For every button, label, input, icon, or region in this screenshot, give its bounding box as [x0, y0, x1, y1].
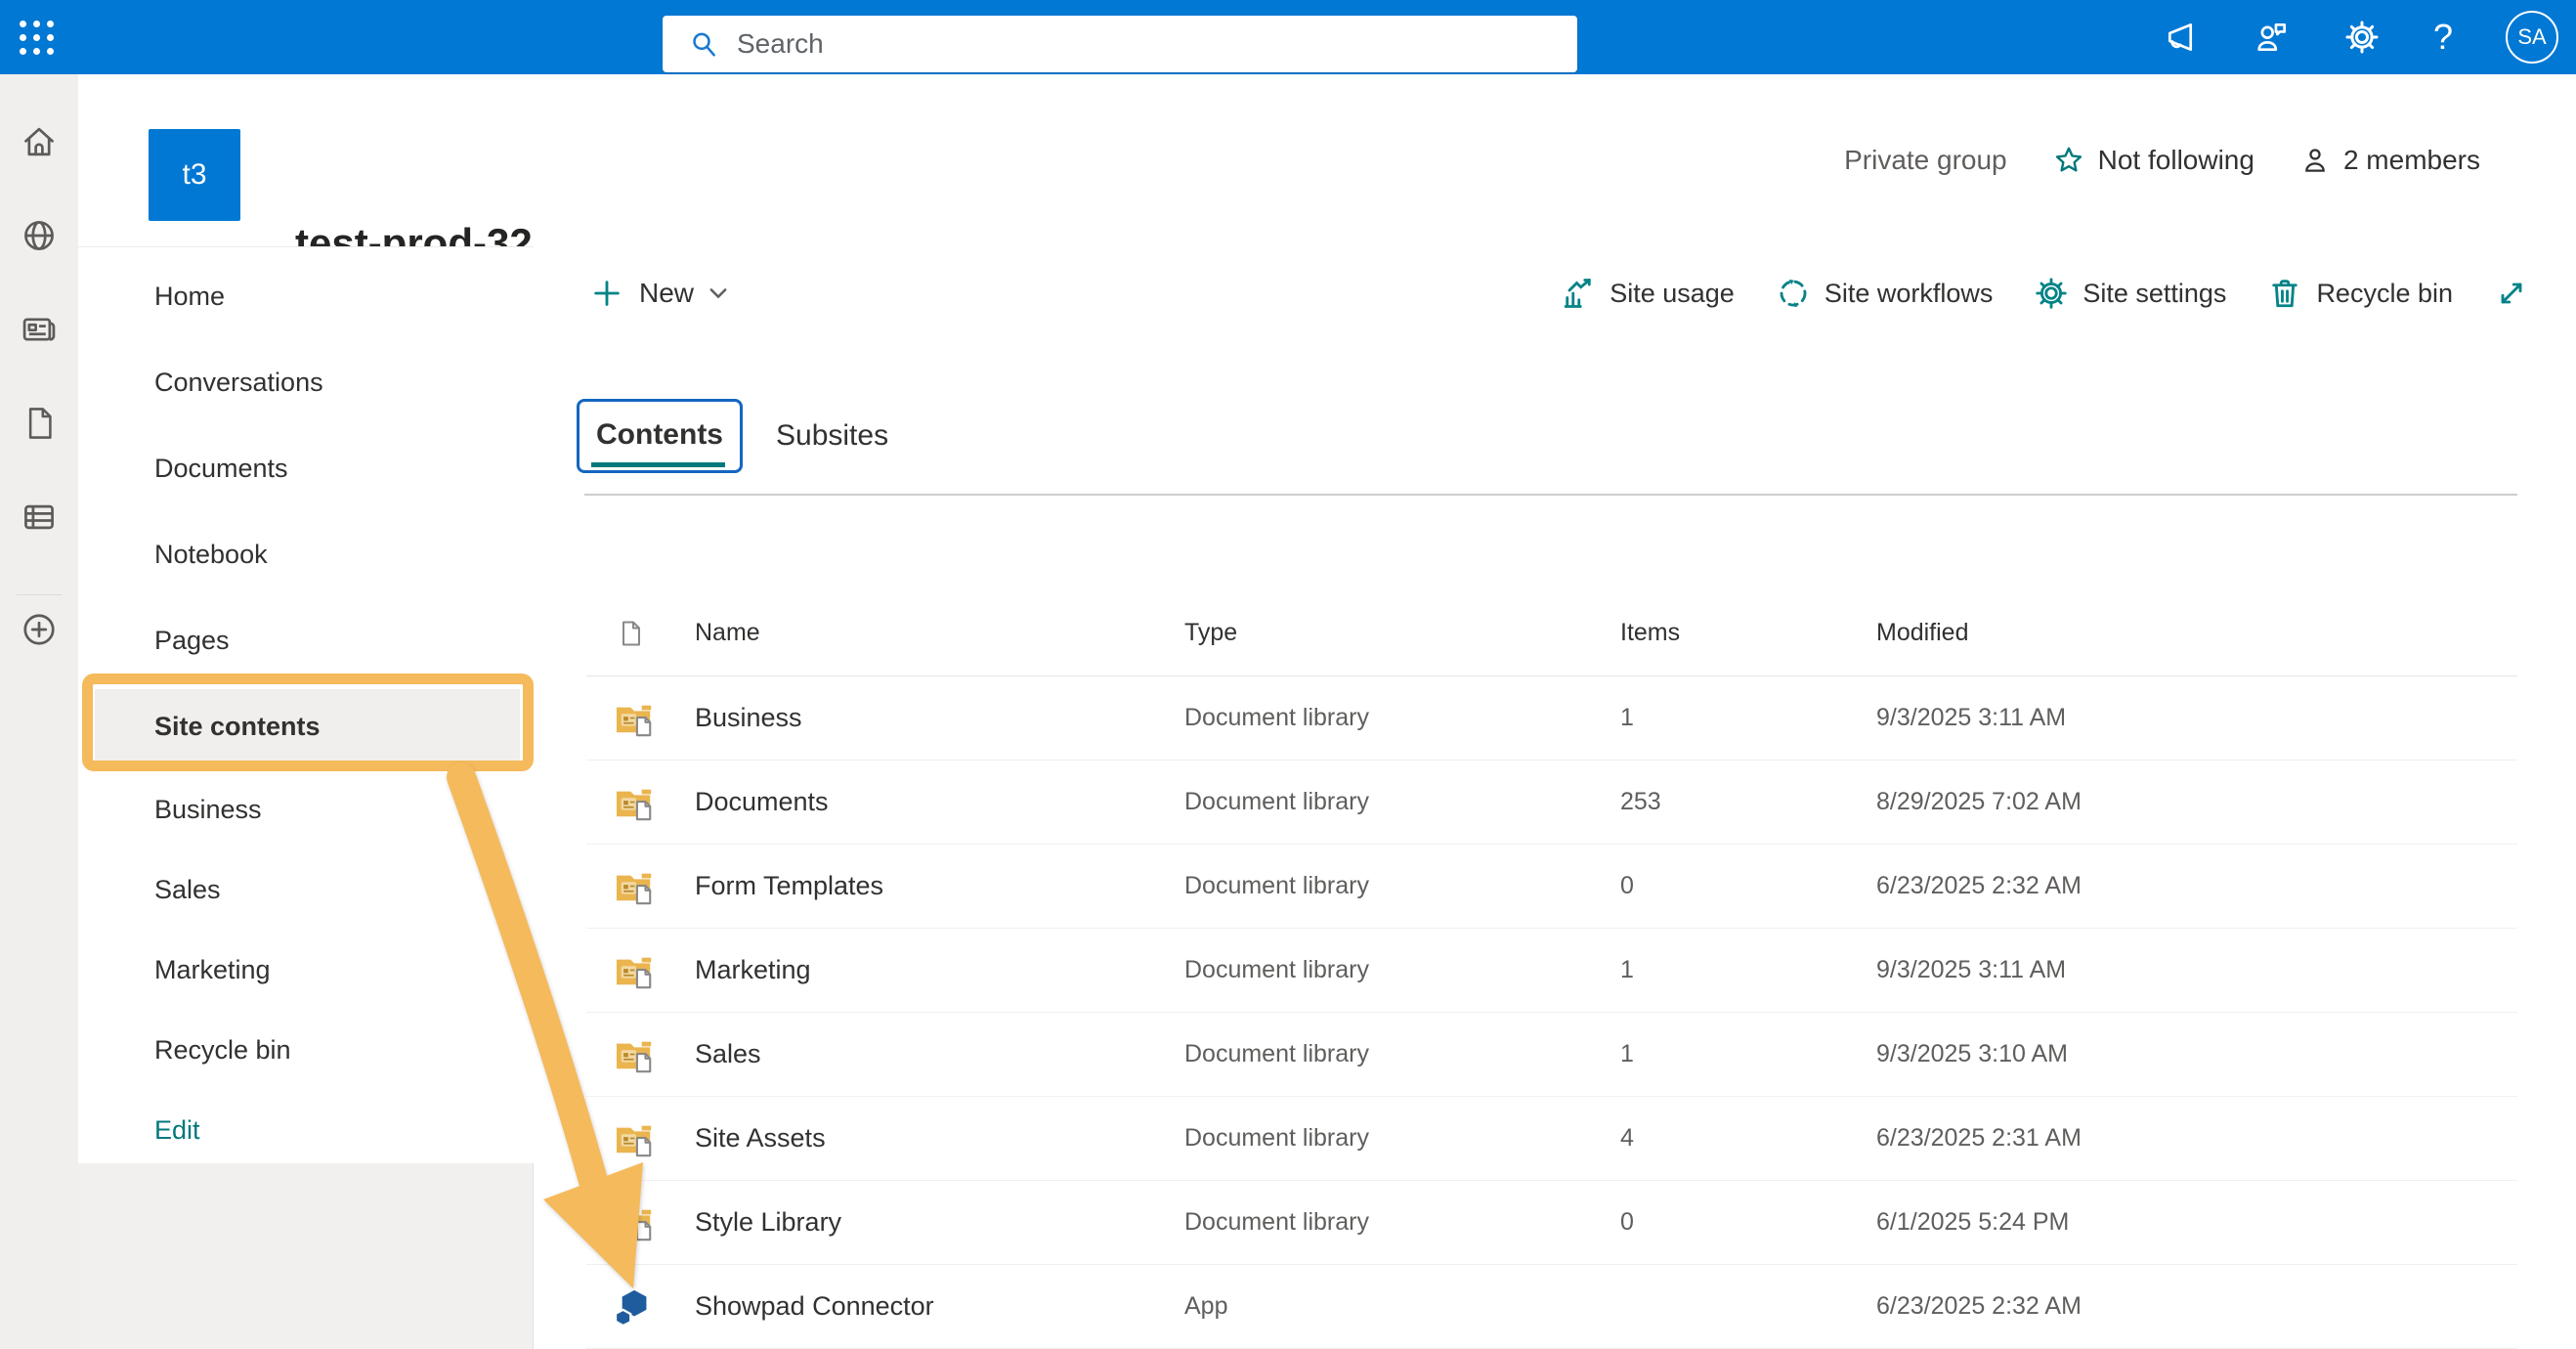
main-content: New Site usage	[534, 246, 2576, 1349]
workflow-icon	[1776, 276, 1811, 311]
plus-circle-icon[interactable]	[21, 611, 58, 648]
document-library-icon	[586, 1203, 695, 1242]
nav-item-sales[interactable]: Sales	[78, 849, 534, 930]
help-icon[interactable]: ?	[2433, 17, 2453, 58]
globe-icon[interactable]	[21, 217, 58, 254]
follow-button[interactable]: Not following	[2052, 144, 2254, 177]
diagonal-expand-icon[interactable]	[2494, 276, 2529, 311]
feedback-icon[interactable]	[2254, 19, 2291, 56]
site-logo[interactable]: t3	[149, 129, 240, 221]
document-library-icon	[586, 1119, 695, 1158]
nav-item-marketing[interactable]: Marketing	[78, 930, 534, 1010]
command-bar: New Site usage	[534, 262, 2576, 325]
document-library-icon	[586, 1035, 695, 1074]
nav-edit-link[interactable]: Edit	[78, 1090, 534, 1170]
document-library-icon	[586, 783, 695, 822]
tab-subsites[interactable]: Subsites	[776, 419, 888, 453]
table-row[interactable]: Sales Document library 1 9/3/2025 3:10 A…	[586, 1013, 2517, 1097]
pivot-tabs: Contents Subsites	[577, 399, 888, 473]
search-icon	[688, 28, 719, 60]
app-rail	[0, 74, 78, 1349]
new-button-label: New	[639, 278, 694, 309]
site-header: t3 test-prod-32 Private group Not follow…	[78, 74, 2576, 246]
follow-label: Not following	[2098, 145, 2254, 176]
new-button[interactable]: New	[590, 262, 727, 325]
column-header-name[interactable]: Name	[695, 619, 1184, 647]
plus-icon	[590, 277, 623, 310]
nav-item-documents[interactable]: Documents	[78, 425, 534, 511]
site-usage-button[interactable]: Site usage	[1561, 276, 1735, 311]
avatar[interactable]: SA	[2506, 11, 2558, 64]
table-row[interactable]: Business Document library 1 9/3/2025 3:1…	[586, 676, 2517, 761]
chevron-down-icon	[709, 287, 727, 299]
document-library-icon	[586, 951, 695, 990]
news-icon[interactable]	[21, 311, 58, 348]
column-header-type[interactable]: Type	[1184, 619, 1620, 647]
gear-icon	[2034, 276, 2069, 311]
star-icon	[2052, 144, 2085, 177]
tabs-divider	[584, 494, 2517, 496]
nav-item-business[interactable]: Business	[78, 769, 534, 849]
table-row[interactable]: Marketing Document library 1 9/3/2025 3:…	[586, 929, 2517, 1013]
sharepoint-site-contents-page: Search ? SA	[0, 0, 2576, 1349]
table-header: Name Type Items Modified	[586, 590, 2517, 676]
nav-item-pages[interactable]: Pages	[78, 597, 534, 683]
nav-item-site-contents[interactable]: Site contents	[95, 689, 520, 763]
tab-selected-underline	[591, 462, 725, 467]
members-label: 2 members	[2343, 145, 2480, 176]
file-type-column-icon[interactable]	[586, 619, 695, 648]
list-icon[interactable]	[21, 499, 58, 536]
contents-table: Name Type Items Modified Business Docume…	[586, 590, 2517, 1349]
site-settings-button[interactable]: Site settings	[2034, 276, 2226, 311]
privacy-label: Private group	[1844, 145, 2007, 176]
search-placeholder: Search	[737, 28, 824, 60]
site-nav: Home Conversations Documents Notebook Pa…	[78, 246, 534, 1163]
nav-item-recycle-bin[interactable]: Recycle bin	[78, 1010, 534, 1090]
tab-contents[interactable]: Contents	[577, 399, 743, 473]
table-row[interactable]: Documents Document library 253 8/29/2025…	[586, 761, 2517, 845]
table-row[interactable]: Showpad Connector App 6/23/2025 2:32 AM	[586, 1265, 2517, 1349]
command-actions: Site usage Site workflows Site settings	[1561, 262, 2529, 325]
gear-icon[interactable]	[2343, 19, 2381, 56]
suite-bar: Search ? SA	[0, 0, 2576, 74]
person-icon	[2299, 145, 2331, 176]
trash-icon	[2267, 276, 2302, 311]
recycle-bin-button[interactable]: Recycle bin	[2267, 276, 2453, 311]
document-library-icon	[586, 867, 695, 906]
app-icon	[586, 1287, 695, 1327]
site-meta: Private group Not following 2 members	[1844, 74, 2480, 246]
page-icon[interactable]	[21, 405, 58, 442]
suite-icon-group: ? SA	[2164, 0, 2558, 74]
table-row[interactable]: Style Library Document library 0 6/1/202…	[586, 1181, 2517, 1265]
column-header-modified[interactable]: Modified	[1876, 619, 2517, 647]
table-row[interactable]: Form Templates Document library 0 6/23/2…	[586, 845, 2517, 929]
nav-item-home[interactable]: Home	[78, 253, 534, 339]
waffle-icon[interactable]	[20, 21, 59, 60]
nav-item-conversations[interactable]: Conversations	[78, 339, 534, 425]
megaphone-icon[interactable]	[2164, 19, 2201, 56]
nav-item-notebook[interactable]: Notebook	[78, 511, 534, 597]
chart-icon	[1561, 276, 1596, 311]
home-icon[interactable]	[21, 123, 58, 160]
search-input[interactable]: Search	[663, 16, 1577, 72]
members-button[interactable]: 2 members	[2299, 145, 2480, 176]
column-header-items[interactable]: Items	[1620, 619, 1876, 647]
rail-divider	[17, 594, 62, 595]
site-workflows-button[interactable]: Site workflows	[1776, 276, 1994, 311]
table-row[interactable]: Site Assets Document library 4 6/23/2025…	[586, 1097, 2517, 1181]
document-library-icon	[586, 699, 695, 738]
